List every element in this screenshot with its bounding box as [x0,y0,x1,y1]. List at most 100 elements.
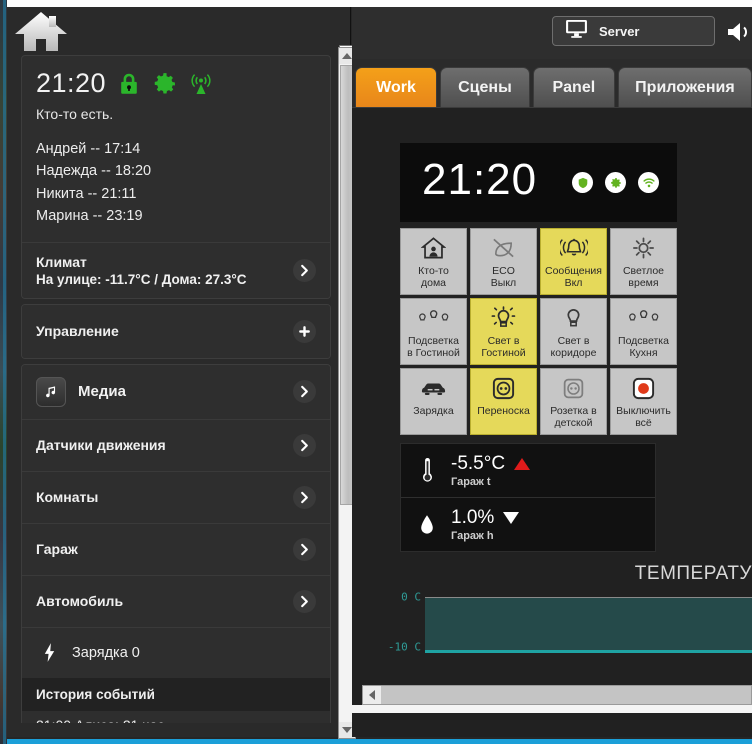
bottom-accent-bar [7,739,752,744]
list-item: Марина -- 23:19 [36,208,143,225]
sidebar-item-garage[interactable]: Гараж [22,522,330,575]
tile-grid: Кто-то дома ECO Выкл Сообщения Вкл Светл… [400,228,677,438]
server-label: Server [599,23,640,39]
tab-applications[interactable]: Приложения [617,67,752,107]
sensor-row-humidity[interactable]: 1.0% Гараж h [401,497,655,551]
sidebar-item-charging[interactable]: Зарядка 0 [22,626,330,678]
gear-icon[interactable] [152,71,178,97]
gear-icon[interactable] [605,172,626,193]
power-red-icon [631,375,656,401]
sensor-value-text: 1.0% [451,507,495,528]
sidebar-item-motion-sensors[interactable]: Датчики движения [22,418,330,471]
sensor-value: -5.5°C [451,453,531,475]
chevron-right-icon[interactable] [293,589,316,613]
tile-label: Свет в Гостиной [481,335,526,360]
tab-panel[interactable]: Panel [532,67,615,107]
tab-scenes[interactable]: Сцены [440,67,530,107]
bulb-on-icon [490,305,517,331]
house-person-icon [421,235,446,261]
tile-messages-on[interactable]: Сообщения Вкл [540,228,607,295]
dashboard-clock: 21:20 [422,155,538,204]
top-white-strip [7,0,752,7]
sidebar-item-rooms[interactable]: Комнаты [22,470,330,523]
bell-ring-icon [559,235,588,261]
sidebar-item-media[interactable]: Медиа [22,364,330,419]
thermometer-icon [417,455,437,487]
eco-off-icon [491,235,516,261]
bulbs-icon [628,305,660,331]
scroll-thumb[interactable] [381,686,751,704]
tile-turn-off-all[interactable]: Выключить всё [610,368,677,435]
sensor-value-text: -5.5°C [451,453,506,474]
chevron-right-icon[interactable] [293,380,316,404]
tile-row: Кто-то дома ECO Выкл Сообщения Вкл Светл… [400,228,677,295]
sidebar-item-label: Автомобиль [36,593,124,610]
bolt-icon [36,640,62,666]
sidebar-item-label: Гараж [36,541,78,558]
tile-label: Переноска [477,405,530,417]
home-icon[interactable] [13,9,69,53]
sensor-value: 1.0% [451,507,520,529]
sensor-name: Гараж h [451,530,494,542]
chart-horizontal-scrollbar[interactable] [362,685,752,705]
sensor-name: Гараж t [451,476,491,488]
sidebar-item-label: Датчики движения [36,437,166,454]
sensor-list: -5.5°C Гараж t 1.0% Гараж h [400,443,656,552]
chevron-right-icon[interactable] [293,485,316,509]
list-item: Никита -- 21:11 [36,185,137,202]
tile-label: Свет в коридоре [550,335,597,360]
sidebar-clock: 21:20 [36,68,107,98]
trend-up-icon [514,458,531,470]
right-app-window: Server Work Сцены Panel Приложения 21:20 [352,7,752,737]
tile-charging[interactable]: Зарядка [400,368,467,435]
lock-icon[interactable] [116,71,142,97]
tile-extension-cord[interactable]: Переноска [470,368,537,435]
tile-socket-kids[interactable]: Розетка в детской [540,368,607,435]
tile-backlight-living[interactable]: Подсветка в Гостиной [400,298,467,365]
tile-light-corridor[interactable]: Свет в коридоре [540,298,607,365]
server-selector[interactable]: Server [552,16,715,46]
tile-light-living[interactable]: Свет в Гостиной [470,298,537,365]
wifi-icon[interactable] [638,172,659,193]
scroll-left-button[interactable] [363,686,381,704]
music-note-icon [36,376,66,407]
sidebar: 21:20 Кто-то есть. Андрей -- 17:14 Надеж… [21,55,331,723]
tile-backlight-kitchen[interactable]: Подсветка Кухня [610,298,677,365]
sidebar-item-control[interactable]: Управление [22,304,330,358]
bulb-icon [561,305,586,331]
sidebar-item-sub: На улице: -11.7°C / Дома: 27.3°C [36,271,247,287]
app-root: 21:20 Кто-то есть. Андрей -- 17:14 Надеж… [0,0,752,744]
tab-work[interactable]: Work [355,67,437,107]
sidebar-item-label: Комнаты [36,489,99,506]
tile-label: Сообщения Вкл [545,265,602,290]
chart-title: ТЕМПЕРАТУ [634,563,752,584]
plus-icon[interactable] [293,319,316,343]
sidebar-item-climate[interactable]: Климат На улице: -11.7°C / Дома: 27.3°C [22,241,330,298]
tile-label: Розетка в детской [550,405,597,430]
chevron-right-icon[interactable] [293,433,316,457]
chevron-right-icon[interactable] [293,537,316,561]
control-card: Управление [21,303,331,359]
sensor-row-temperature[interactable]: -5.5°C Гараж t [401,444,655,497]
presence-text: Кто-то есть. [36,106,114,122]
list-item: Андрей -- 17:14 [36,141,141,157]
bulbs-icon [418,305,450,331]
chevron-right-icon[interactable] [293,258,316,282]
background-window-accent [3,0,6,744]
status-card: 21:20 Кто-то есть. Андрей -- 17:14 Надеж… [21,55,331,299]
tile-somebody-home[interactable]: Кто-то дома [400,228,467,295]
speaker-icon[interactable] [726,21,752,43]
sidebar-item-car[interactable]: Автомобиль [22,574,330,627]
list-item: Надежда -- 18:20 [36,163,152,180]
history-first-line: 21:00 Алиса: 21 час [22,710,330,723]
chart-area-fill [425,598,752,650]
history-header: История событий [22,677,330,711]
tile-label: Выключить всё [616,405,671,430]
rf-signal-icon[interactable] [188,71,214,97]
sidebar-item-label: Управление [36,323,119,340]
tile-daylight[interactable]: Светлое время [610,228,677,295]
tile-eco-off[interactable]: ECO Выкл [470,228,537,295]
shield-icon[interactable] [572,172,593,193]
status-card-inner: 21:20 Кто-то есть. Андрей -- 17:14 Надеж… [22,56,330,242]
car-icon [419,375,448,401]
